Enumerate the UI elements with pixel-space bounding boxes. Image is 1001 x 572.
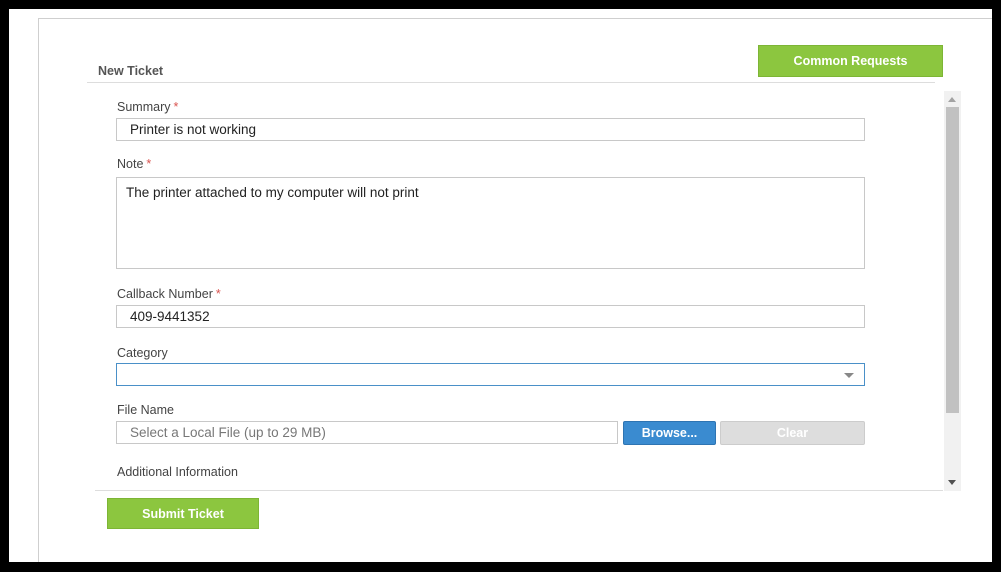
chevron-down-icon[interactable] <box>844 373 854 378</box>
required-mark: * <box>173 100 179 114</box>
submit-ticket-button[interactable]: Submit Ticket <box>107 498 259 529</box>
required-mark: * <box>146 157 152 171</box>
additional-information-label: Additional Information <box>117 465 238 479</box>
clear-button[interactable]: Clear <box>720 421 865 445</box>
required-mark: * <box>215 287 221 301</box>
file-path-input[interactable]: Select a Local File (up to 29 MB) <box>116 421 618 444</box>
scroll-down-icon[interactable] <box>948 480 956 485</box>
note-textarea[interactable]: The printer attached to my computer will… <box>116 177 865 269</box>
page-title: New Ticket <box>98 64 164 78</box>
category-label: Category <box>117 346 168 360</box>
callback-number-input[interactable]: 409-9441352 <box>116 305 865 328</box>
category-select[interactable] <box>116 363 865 386</box>
file-name-label: File Name <box>117 403 174 417</box>
callback-number-label: Callback Number * <box>117 287 221 301</box>
summary-input[interactable]: Printer is not working <box>116 118 865 141</box>
divider <box>95 490 943 491</box>
note-label: Note * <box>117 157 152 171</box>
summary-label: Summary * <box>117 100 179 114</box>
browse-button[interactable]: Browse... <box>623 421 716 445</box>
scrollbar-thumb[interactable] <box>946 107 959 413</box>
common-requests-button[interactable]: Common Requests <box>758 45 943 77</box>
scroll-up-icon[interactable] <box>948 97 956 102</box>
vertical-scrollbar[interactable] <box>944 91 961 491</box>
